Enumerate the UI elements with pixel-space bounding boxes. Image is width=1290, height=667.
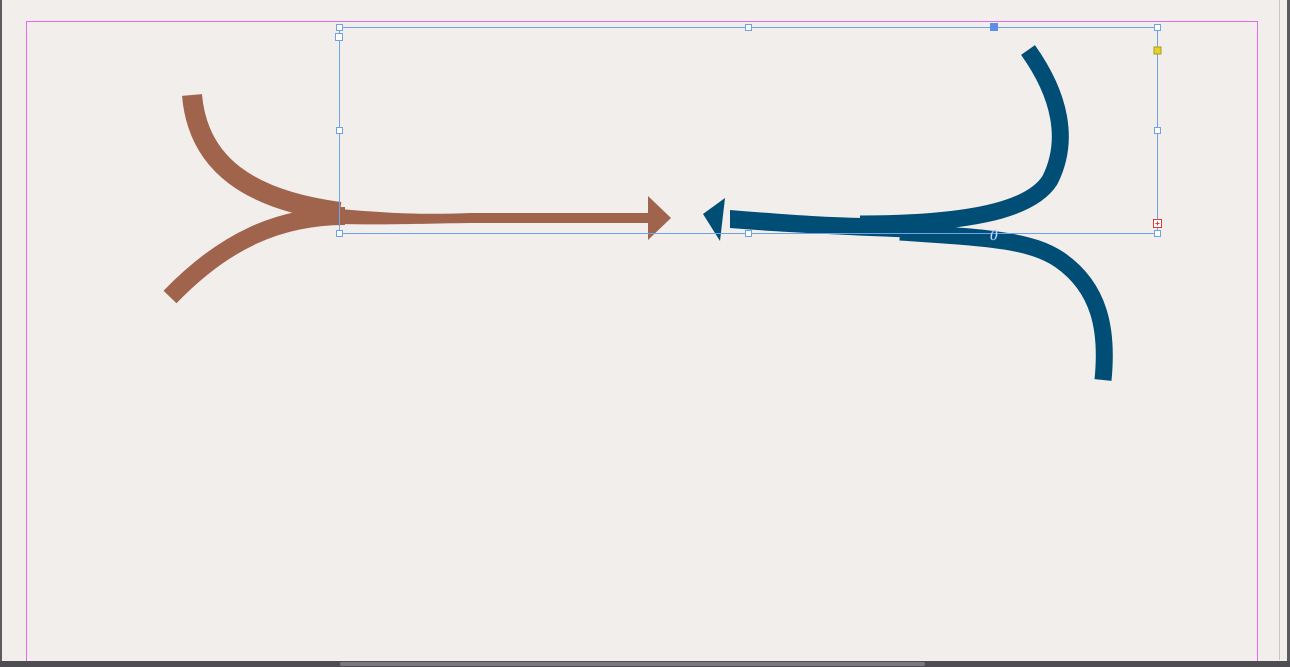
text-path-start-icon[interactable]: 0 bbox=[990, 228, 999, 245]
blue-arrow-lower-branch bbox=[899, 223, 1113, 381]
blue-arrow-head bbox=[703, 198, 725, 241]
brown-arrow-lower-branch bbox=[163, 207, 346, 304]
document-canvas[interactable]: 0 bbox=[0, 0, 1290, 667]
handle-top-middle[interactable] bbox=[745, 24, 752, 31]
brown-arrow-upper-branch bbox=[182, 93, 342, 222]
live-corner-icon[interactable] bbox=[1153, 46, 1162, 55]
overset-plus-icon[interactable] bbox=[1153, 219, 1162, 228]
blue-arrow-upper-branch bbox=[859, 45, 1069, 233]
handle-top-left[interactable] bbox=[336, 24, 343, 31]
handle-top-left-inport[interactable] bbox=[335, 33, 343, 41]
handle-bottom-right[interactable] bbox=[1154, 230, 1161, 237]
handle-middle-left[interactable] bbox=[336, 127, 343, 134]
brown-forked-arrow[interactable] bbox=[163, 93, 671, 304]
handle-bottom-middle[interactable] bbox=[745, 230, 752, 237]
handle-middle-right[interactable] bbox=[1154, 127, 1161, 134]
horizontal-scrollbar-thumb[interactable] bbox=[340, 662, 925, 666]
brown-arrow-shaft bbox=[298, 206, 650, 225]
handle-bottom-left[interactable] bbox=[336, 230, 343, 237]
handle-active-anchor[interactable] bbox=[990, 23, 998, 31]
page-margin-guide bbox=[26, 21, 1258, 667]
blue-forked-arrow[interactable] bbox=[703, 45, 1113, 381]
handle-top-right[interactable] bbox=[1154, 24, 1161, 31]
artwork-layer: 0 bbox=[26, 21, 1258, 667]
